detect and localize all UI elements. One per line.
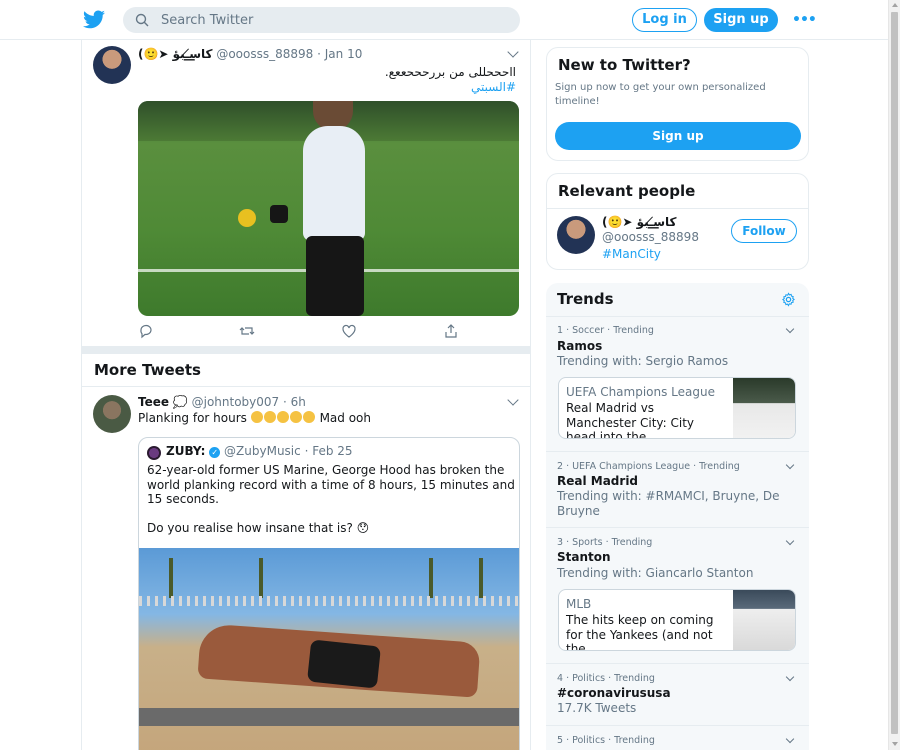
tweet-text-start: Planking for hours [138,411,247,425]
person-hashtag[interactable]: #ManCity [602,247,661,261]
story-text: Real Madrid vs Manchester City: City hea… [566,401,695,439]
trend-meta: 5 · Politics · Trending [557,735,655,746]
more-menu-icon[interactable]: ••• [792,12,817,28]
tweet-date[interactable]: Jan 10 [325,47,363,61]
share-icon[interactable] [443,323,459,339]
main-column: (🙂➤ كاس̸͟͟͟͟ـبؤ @ooosss_88898 · Jan 10 ا… [81,40,531,750]
trend-story-card[interactable]: MLB The hits keep on coming for the Yank… [558,589,796,651]
avatar[interactable] [93,46,131,84]
quote-text-paragraph: 62-year-old former US Marine, George Hoo… [147,463,515,506]
tweet-hashtag[interactable]: #السبتي [471,80,516,94]
story-category: UEFA Champions League [566,385,715,399]
tweet-author-handle[interactable]: @ooosss_88898 [216,47,313,61]
quote-header: ZUBY: ✓ @ZubyMusic · Feb 25 [166,444,353,458]
scroll-thumb[interactable] [891,12,898,734]
trend-meta: 1 · Soccer · Trending [557,325,654,336]
tweet-header: Teee 💭 @johntoby007 · 6h [138,395,306,409]
trend-meta: 2 · UEFA Champions League · Trending [557,461,740,472]
chevron-down-icon[interactable] [507,394,519,406]
avatar[interactable] [93,395,131,433]
chevron-down-icon[interactable] [785,536,795,546]
card-subtitle: Sign up now to get your own personalized… [555,82,766,107]
tweet-photo[interactable] [138,101,519,316]
quote-text-paragraph: Do you realise how insane that is? 😯 [147,520,370,535]
relevant-people-card: Relevant people (🙂➤ كاس̸͟͟͟͟ـبؤ @ooosss_… [546,173,809,270]
trend-meta: 3 · Sports · Trending [557,537,653,548]
scrollbar[interactable] [888,0,900,750]
signup-button[interactable]: Sign up [555,122,801,150]
trend-meta: 4 · Politics · Trending [557,673,655,684]
quote-author-name[interactable]: ZUBY: [166,444,205,458]
chevron-down-icon[interactable] [785,672,795,682]
more-tweets-heading: More Tweets [94,361,201,379]
tweet-author-name[interactable]: (🙂➤ كاس̸͟͟͟͟ـبؤ [138,47,212,61]
card-title: Relevant people [558,182,696,200]
card-title: New to Twitter? [558,56,691,74]
login-button[interactable]: Log in [632,8,697,32]
trend-name[interactable]: Ramos [557,339,602,353]
tweet-text: ااحححللى من بررحححععع. [384,65,516,79]
avatar[interactable] [147,446,161,460]
crying-laughing-emoji-icon [250,411,316,425]
quoted-tweet[interactable]: ZUBY: ✓ @ZubyMusic · Feb 25 62-year-old … [138,437,520,750]
trend-story-card[interactable]: UEFA Champions League Real Madrid vs Man… [558,377,796,439]
chevron-down-icon[interactable] [785,734,795,744]
story-text: The hits keep on coming for the Yankees … [566,613,714,651]
tweet-text-end: Mad ooh [319,411,371,425]
story-category: MLB [566,597,592,611]
reply-icon[interactable] [138,323,154,339]
like-heart-icon[interactable] [341,323,357,339]
story-image [733,378,795,438]
trend-subtitle: Trending with: Sergio Ramos [557,354,729,368]
story-image [733,590,795,650]
trends-panel: Trends 1 · Soccer · Trending Ramos Trend… [546,283,809,750]
chevron-down-icon[interactable] [507,46,519,58]
quote-date[interactable]: Feb 25 [312,444,352,458]
trend-name[interactable]: Stanton [557,550,611,564]
person-name[interactable]: (🙂➤ كاس̸͟͟͟͟ـبؤ [602,215,676,229]
trend-subtitle: Trending with: #RMAMCI, Bruyne, De Bruyn… [557,489,780,518]
scroll-up-arrow-icon[interactable] [892,3,898,7]
search-bar[interactable] [123,7,520,33]
new-to-twitter-card: New to Twitter? Sign up now to get your … [546,47,809,161]
tweet-author-handle[interactable]: @johntoby007 [192,395,280,409]
tweet-actions [138,323,518,341]
gear-icon[interactable] [781,292,796,307]
tweet-header: (🙂➤ كاس̸͟͟͟͟ـبؤ @ooosss_88898 · Jan 10 [138,47,363,61]
trend-subtitle: Trending with: Giancarlo Stanton [557,566,754,580]
signup-button[interactable]: Sign up [704,8,778,32]
verified-badge-icon: ✓ [209,447,221,458]
quote-author-handle[interactable]: @ZubyMusic [224,444,301,458]
quote-photo[interactable] [139,548,519,750]
search-input[interactable] [161,10,501,30]
scroll-down-arrow-icon[interactable] [892,742,898,746]
trend-name[interactable]: #coronavirususa [557,686,671,700]
divider [82,386,530,387]
search-icon [135,13,149,27]
follow-button[interactable]: Follow [731,219,797,243]
top-nav: Log in Sign up ••• [0,0,888,40]
trend-subtitle: 17.7K Tweets [557,701,637,715]
quote-text: 62-year-old former US Marine, George Hoo… [147,463,517,535]
section-divider [82,346,530,354]
tweet-text: Planking for hours Mad ooh [138,411,371,425]
chevron-down-icon[interactable] [785,324,795,334]
avatar[interactable] [557,216,595,254]
trends-title: Trends [557,290,614,308]
trend-name[interactable]: Real Madrid [557,474,638,488]
tweet-author-name[interactable]: Teee [138,395,169,409]
tweet-time[interactable]: 6h [291,395,306,409]
retweet-icon[interactable] [239,323,255,339]
thought-balloon-icon: 💭 [172,395,188,409]
person-handle[interactable]: @ooosss_88898 [602,230,699,244]
twitter-bird-icon[interactable] [82,8,106,32]
chevron-down-icon[interactable] [785,460,795,470]
